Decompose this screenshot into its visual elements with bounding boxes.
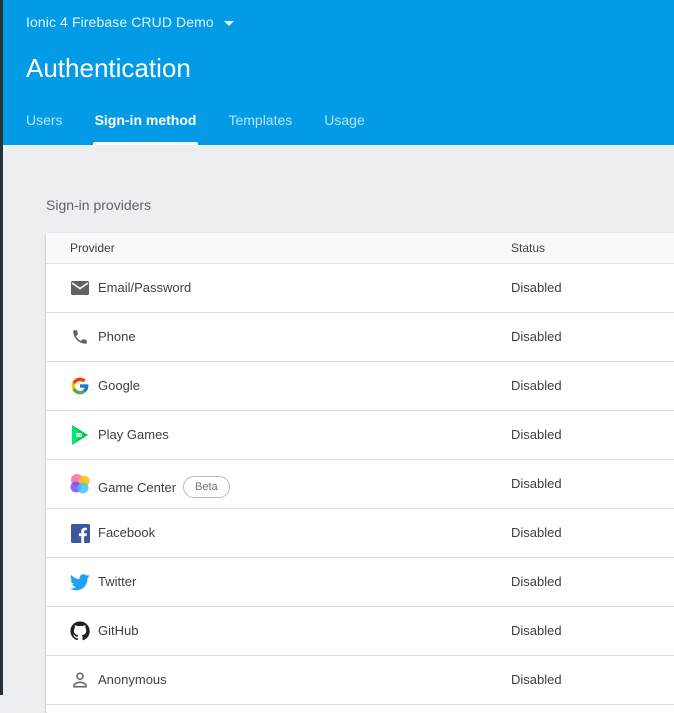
email-icon xyxy=(69,277,91,299)
table-row[interactable]: Email/Password Disabled xyxy=(46,264,674,313)
table-row[interactable]: Phone Disabled xyxy=(46,313,674,362)
provider-name: Twitter xyxy=(98,574,137,589)
provider-status: Disabled xyxy=(511,427,562,442)
window-edge xyxy=(0,0,3,695)
caret-down-icon xyxy=(223,20,234,26)
provider-name: Game Center Beta xyxy=(98,476,230,498)
project-name: Ionic 4 Firebase CRUD Demo xyxy=(26,14,214,30)
game-center-icon xyxy=(69,473,91,495)
provider-name: Play Games xyxy=(98,427,169,442)
provider-name: Facebook xyxy=(98,525,156,540)
provider-name: Phone xyxy=(98,329,136,344)
github-icon xyxy=(69,620,91,642)
anonymous-icon xyxy=(69,669,91,691)
tab-bar: Users Sign-in method Templates Usage xyxy=(26,104,397,145)
page-title: Authentication xyxy=(26,53,191,83)
column-header-provider: Provider xyxy=(70,241,115,255)
table-header: Provider Status xyxy=(46,233,674,264)
twitter-icon xyxy=(69,571,91,593)
tab-sign-in-method[interactable]: Sign-in method xyxy=(92,104,199,145)
provider-name: Google xyxy=(98,378,140,393)
provider-status: Disabled xyxy=(511,574,562,589)
tab-users[interactable]: Users xyxy=(26,104,63,145)
provider-label: Game Center xyxy=(98,479,177,495)
provider-status: Disabled xyxy=(511,329,562,344)
table-row[interactable]: Play Games Disabled xyxy=(46,411,674,460)
table-row[interactable]: Twitter Disabled xyxy=(46,558,674,607)
table-row[interactable]: Google Disabled xyxy=(46,362,674,411)
app-header: Ionic 4 Firebase CRUD Demo Authenticatio… xyxy=(0,0,674,145)
table-row[interactable]: Game Center Beta Disabled xyxy=(46,460,674,509)
provider-status: Disabled xyxy=(511,280,562,295)
provider-name: Email/Password xyxy=(98,280,192,295)
column-header-status: Status xyxy=(511,241,546,255)
provider-status: Disabled xyxy=(511,623,562,638)
google-icon xyxy=(69,375,91,397)
provider-name: GitHub xyxy=(98,623,139,638)
table-row[interactable]: Anonymous Disabled xyxy=(46,656,674,705)
provider-name: Anonymous xyxy=(98,672,167,687)
provider-status: Disabled xyxy=(511,378,562,393)
section-title: Sign-in providers xyxy=(46,197,152,213)
providers-table: Provider Status Email/Password Disabled … xyxy=(46,233,674,713)
beta-badge: Beta xyxy=(183,476,230,498)
phone-icon xyxy=(69,326,91,348)
table-row[interactable]: GitHub Disabled xyxy=(46,607,674,656)
project-selector[interactable]: Ionic 4 Firebase CRUD Demo xyxy=(26,12,234,32)
tab-templates[interactable]: Templates xyxy=(228,104,292,145)
facebook-icon xyxy=(69,522,91,544)
provider-status: Disabled xyxy=(511,476,562,491)
play-games-icon xyxy=(69,424,91,446)
provider-status: Disabled xyxy=(511,672,562,687)
tab-usage[interactable]: Usage xyxy=(324,104,364,145)
provider-status: Disabled xyxy=(511,525,562,540)
table-row[interactable]: Facebook Disabled xyxy=(46,509,674,558)
